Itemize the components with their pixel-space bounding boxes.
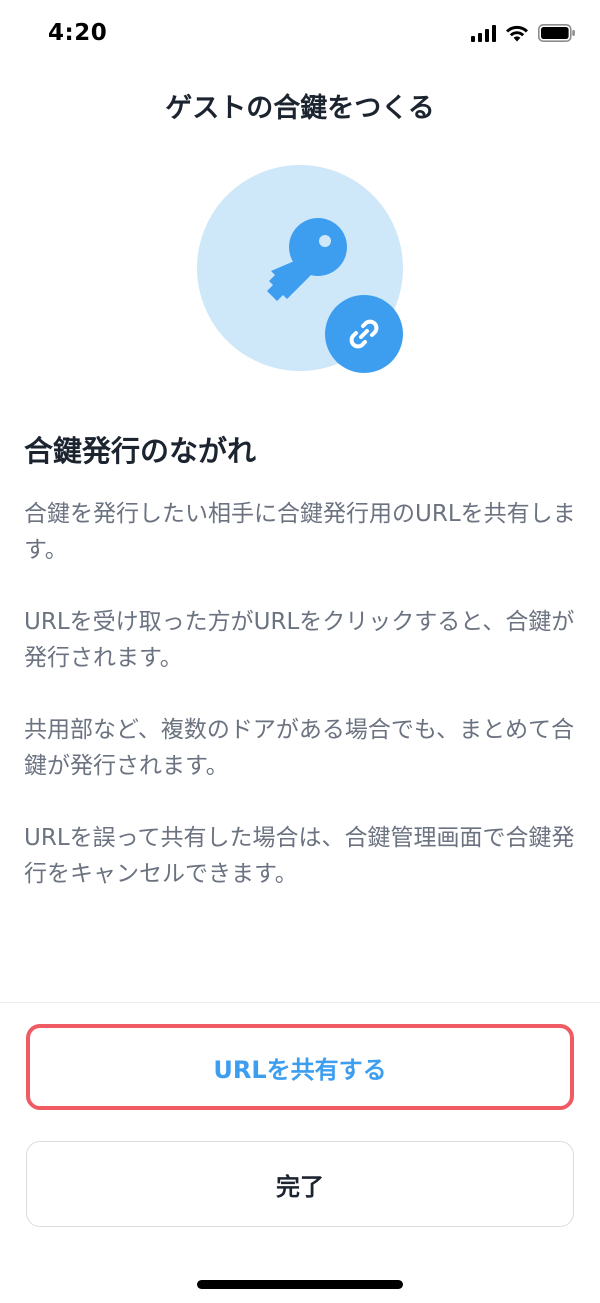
key-icon <box>267 218 347 301</box>
done-button-label: 完了 <box>276 1172 324 1201</box>
share-url-button[interactable]: URLを共有する <box>26 1024 574 1110</box>
footer-divider <box>0 1002 600 1003</box>
home-indicator[interactable] <box>197 1280 403 1289</box>
description: 合鍵を発行したい相手に合鍵発行用のURLを共有します。 URLを受け取った方がU… <box>24 496 576 928</box>
description-paragraph-1: 合鍵を発行したい相手に合鍵発行用のURLを共有します。 <box>24 501 576 563</box>
share-url-button-label: URLを共有する <box>213 1055 387 1084</box>
hero-illustration <box>197 165 403 373</box>
status-icons <box>471 24 576 42</box>
description-paragraph-3: 共用部など、複数のドアがある場合でも、まとめて合鍵が発行されます。 <box>24 717 575 779</box>
description-paragraph-2: URLを受け取った方がURLをクリックすると、合鍵が発行されます。 <box>24 609 575 671</box>
wifi-icon <box>506 25 528 42</box>
link-icon <box>349 319 379 349</box>
battery-icon <box>538 24 575 42</box>
status-bar: 4:20 <box>0 0 600 72</box>
link-badge <box>325 295 403 373</box>
section-heading: 合鍵発行のながれ <box>24 434 257 468</box>
page-title: ゲストの合鍵をつくる <box>165 93 435 124</box>
description-paragraph-4: URLを誤って共有した場合は、合鍵管理画面で合鍵発行をキャンセルできます。 <box>24 825 575 887</box>
status-time: 4:20 <box>48 20 108 46</box>
done-button[interactable]: 完了 <box>26 1141 574 1227</box>
cellular-signal-icon <box>471 24 496 42</box>
